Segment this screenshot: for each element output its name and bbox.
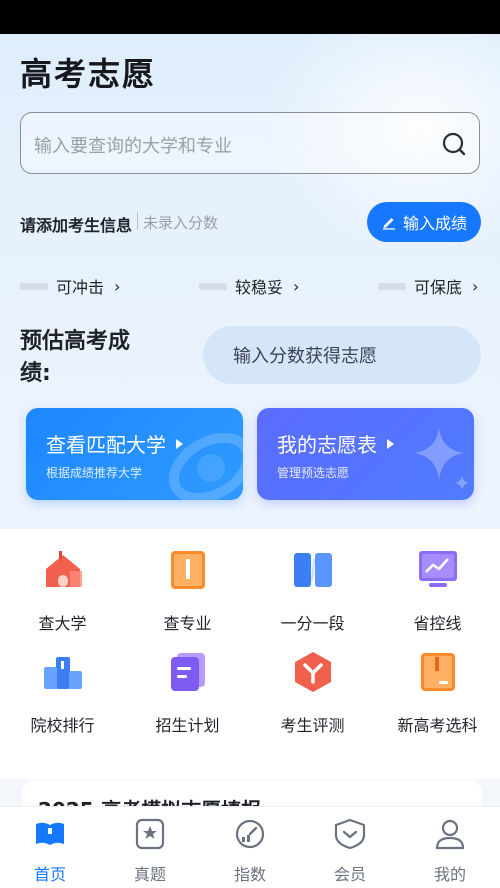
bottom-tab-bar: 首页 真题 指数 会员 我的 (0, 806, 500, 888)
enter-score-button[interactable]: 输入成绩 (367, 202, 481, 242)
grid-label: 考生评测 (280, 716, 345, 735)
tab-label: 会员 (333, 865, 366, 884)
grid-item-subject-selection[interactable]: 新高考选科 (375, 649, 500, 736)
ranking-podium-icon (43, 657, 82, 689)
estimate-score-label: 预估高考成绩: (20, 329, 131, 386)
score-input-placeholder: 输入分数获得志愿 (233, 346, 377, 367)
chevron-right-icon: › (472, 276, 479, 296)
search-icon[interactable] (441, 131, 467, 157)
card-title: 我的志愿表 (277, 433, 377, 457)
tab-profile[interactable]: 我的 (400, 817, 500, 885)
tier-placeholder-bar (20, 282, 48, 290)
tab-member[interactable]: 会员 (300, 817, 400, 885)
home-book-icon (36, 822, 64, 845)
card-title-row: 我的志愿表 (277, 429, 394, 458)
gauge-icon (235, 819, 265, 849)
enter-score-label: 输入成绩 (402, 214, 467, 233)
tier-label: 较稳妥 (235, 278, 284, 297)
grid-item-enrollment-plan[interactable]: 招生计划 (125, 649, 250, 736)
card-decoration-icon (169, 432, 243, 500)
province-line-chart-icon (418, 551, 457, 587)
exam-paper-icon (135, 818, 165, 850)
status-bar (0, 0, 500, 34)
tier-label: 可冲击 (56, 278, 105, 297)
search-placeholder: 输入要查询的大学和专业 (34, 136, 232, 157)
grid-item-find-major[interactable]: 查专业 (125, 547, 250, 634)
sparkle-icon (414, 428, 469, 490)
score-input[interactable]: 输入分数获得志愿 (203, 326, 481, 384)
tier-match[interactable]: 较稳妥 › (199, 274, 299, 298)
tab-label: 我的 (433, 865, 466, 884)
grid-item-find-university[interactable]: 查大学 (0, 547, 125, 634)
grid-label: 查专业 (163, 614, 212, 633)
grid-label: 招生计划 (155, 716, 220, 735)
search-input[interactable]: 输入要查询的大学和专业 (20, 112, 480, 174)
subject-selection-icon (420, 653, 455, 691)
tab-index[interactable]: 指数 (200, 817, 300, 885)
card-subtitle: 根据成绩推荐大学 (46, 466, 143, 480)
match-university-card[interactable]: 查看匹配大学 根据成绩推荐大学 (26, 408, 243, 500)
tier-placeholder-bar (199, 282, 227, 290)
grid-label: 院校排行 (30, 716, 95, 735)
candidate-info-label[interactable]: 请添加考生信息 (20, 212, 132, 236)
tab-label: 真题 (133, 865, 166, 884)
grid-item-university-ranking[interactable]: 院校排行 (0, 649, 125, 736)
university-building-icon (45, 551, 82, 587)
grid-label: 查大学 (38, 614, 87, 633)
divider (137, 212, 138, 230)
grid-item-assessment[interactable]: 考生评测 (250, 649, 375, 736)
tab-label: 指数 (233, 865, 266, 884)
score-status: 未录入分数 (143, 214, 219, 232)
grid-label: 一分一段 (280, 614, 345, 633)
profile-icon (435, 819, 465, 850)
tier-reach[interactable]: 可冲击 › (20, 274, 120, 298)
member-icon (334, 818, 366, 850)
tab-label: 首页 (33, 865, 66, 884)
card-title: 查看匹配大学 (46, 433, 166, 457)
assessment-icon (294, 652, 331, 692)
card-subtitle: 管理预选志愿 (277, 466, 350, 480)
chevron-right-icon: › (293, 276, 300, 296)
feature-grid: 查大学 查专业 一分一段 省控线 院校排行 招生计划 考生评测 新高考选科 (0, 529, 500, 779)
tab-exam-papers[interactable]: 真题 (100, 817, 200, 885)
page-title: 高考志愿 (20, 55, 157, 93)
edit-icon (382, 218, 395, 230)
tier-label: 可保底 (414, 278, 463, 297)
chevron-right-icon: › (114, 276, 121, 296)
tier-safety[interactable]: 可保底 › (378, 274, 478, 298)
enrollment-plan-icon (170, 653, 205, 691)
grid-label: 省控线 (413, 614, 462, 633)
tier-placeholder-bar (378, 282, 406, 290)
tab-home[interactable]: 首页 (0, 817, 100, 885)
my-application-list-card[interactable]: 我的志愿表 管理预选志愿 (257, 408, 474, 500)
grid-item-province-line[interactable]: 省控线 (375, 547, 500, 634)
major-book-icon (170, 551, 205, 589)
grid-label: 新高考选科 (397, 716, 478, 735)
grid-item-score-segment[interactable]: 一分一段 (250, 547, 375, 634)
score-segment-icon (293, 553, 332, 587)
